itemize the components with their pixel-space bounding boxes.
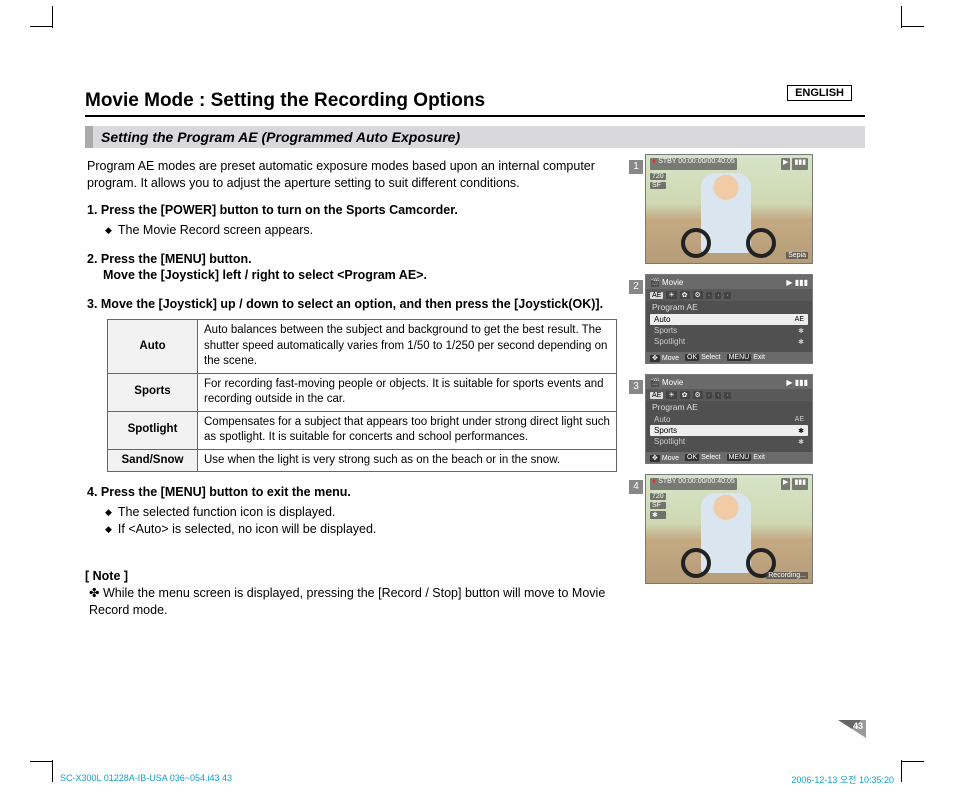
intro-paragraph: Program AE modes are preset automatic ex… xyxy=(85,158,633,192)
step-1-sub: The Movie Record screen appears. xyxy=(105,222,633,239)
step-2-heading-a: 2. Press the [MENU] button. xyxy=(87,251,633,268)
main-text-column: Program AE modes are preset automatic ex… xyxy=(85,154,645,619)
section-subtitle: Setting the Program AE (Programmed Auto … xyxy=(85,126,865,148)
screenshot-number: 3 xyxy=(629,380,643,394)
language-badge: ENGLISH xyxy=(787,85,852,101)
screenshot-number: 4 xyxy=(629,480,643,494)
note-heading: [ Note ] xyxy=(85,568,633,585)
screenshot-4: 4 ● STBY 00:00:00/00:40:05 ▶▮▮▮ 720SF✱ R… xyxy=(645,474,845,584)
note-body: While the menu screen is displayed, pres… xyxy=(89,585,633,619)
table-row: SpotlightCompensates for a subject that … xyxy=(108,411,617,449)
screenshot-2: 2 🎬 Movie▶ ▮▮▮ AE☀✿⚙··· Program AE AutoA… xyxy=(645,274,845,364)
footer-right: 2006-12-13 오전 10:35:20 xyxy=(791,773,894,786)
screenshot-3: 3 🎬 Movie▶ ▮▮▮ AE☀✿⚙··· Program AE AutoA… xyxy=(645,374,845,464)
mode-table: AutoAuto balances between the subject an… xyxy=(107,319,617,472)
footer-left: SC-X300L 01228A-IB-USA 036~054.i43 43 xyxy=(60,773,232,786)
screenshot-number: 2 xyxy=(629,280,643,294)
table-row: Sand/SnowUse when the light is very stro… xyxy=(108,449,617,472)
step-4-sub-1: The selected function icon is displayed. xyxy=(105,504,633,521)
screenshot-column: 1 ● STBY 00:00:00/00:40:05 ▶▮▮▮ 720SF Se… xyxy=(645,154,845,619)
step-4-sub-2: If <Auto> is selected, no icon will be d… xyxy=(105,521,633,538)
print-footer: SC-X300L 01228A-IB-USA 036~054.i43 43 20… xyxy=(60,773,894,786)
step-3-heading: 3. Move the [Joystick] up / down to sele… xyxy=(87,296,633,313)
step-2-heading-b: Move the [Joystick] left / right to sele… xyxy=(103,267,633,284)
step-4-heading: 4. Press the [MENU] button to exit the m… xyxy=(87,484,633,501)
table-row: SportsFor recording fast-moving people o… xyxy=(108,373,617,411)
table-row: AutoAuto balances between the subject an… xyxy=(108,320,617,374)
screenshot-1: 1 ● STBY 00:00:00/00:40:05 ▶▮▮▮ 720SF Se… xyxy=(645,154,845,264)
step-1-heading: 1. Press the [POWER] button to turn on t… xyxy=(87,202,633,219)
page-title: Movie Mode : Setting the Recording Optio… xyxy=(85,90,865,117)
page-number-corner: 43 xyxy=(838,720,866,738)
screenshot-number: 1 xyxy=(629,160,643,174)
